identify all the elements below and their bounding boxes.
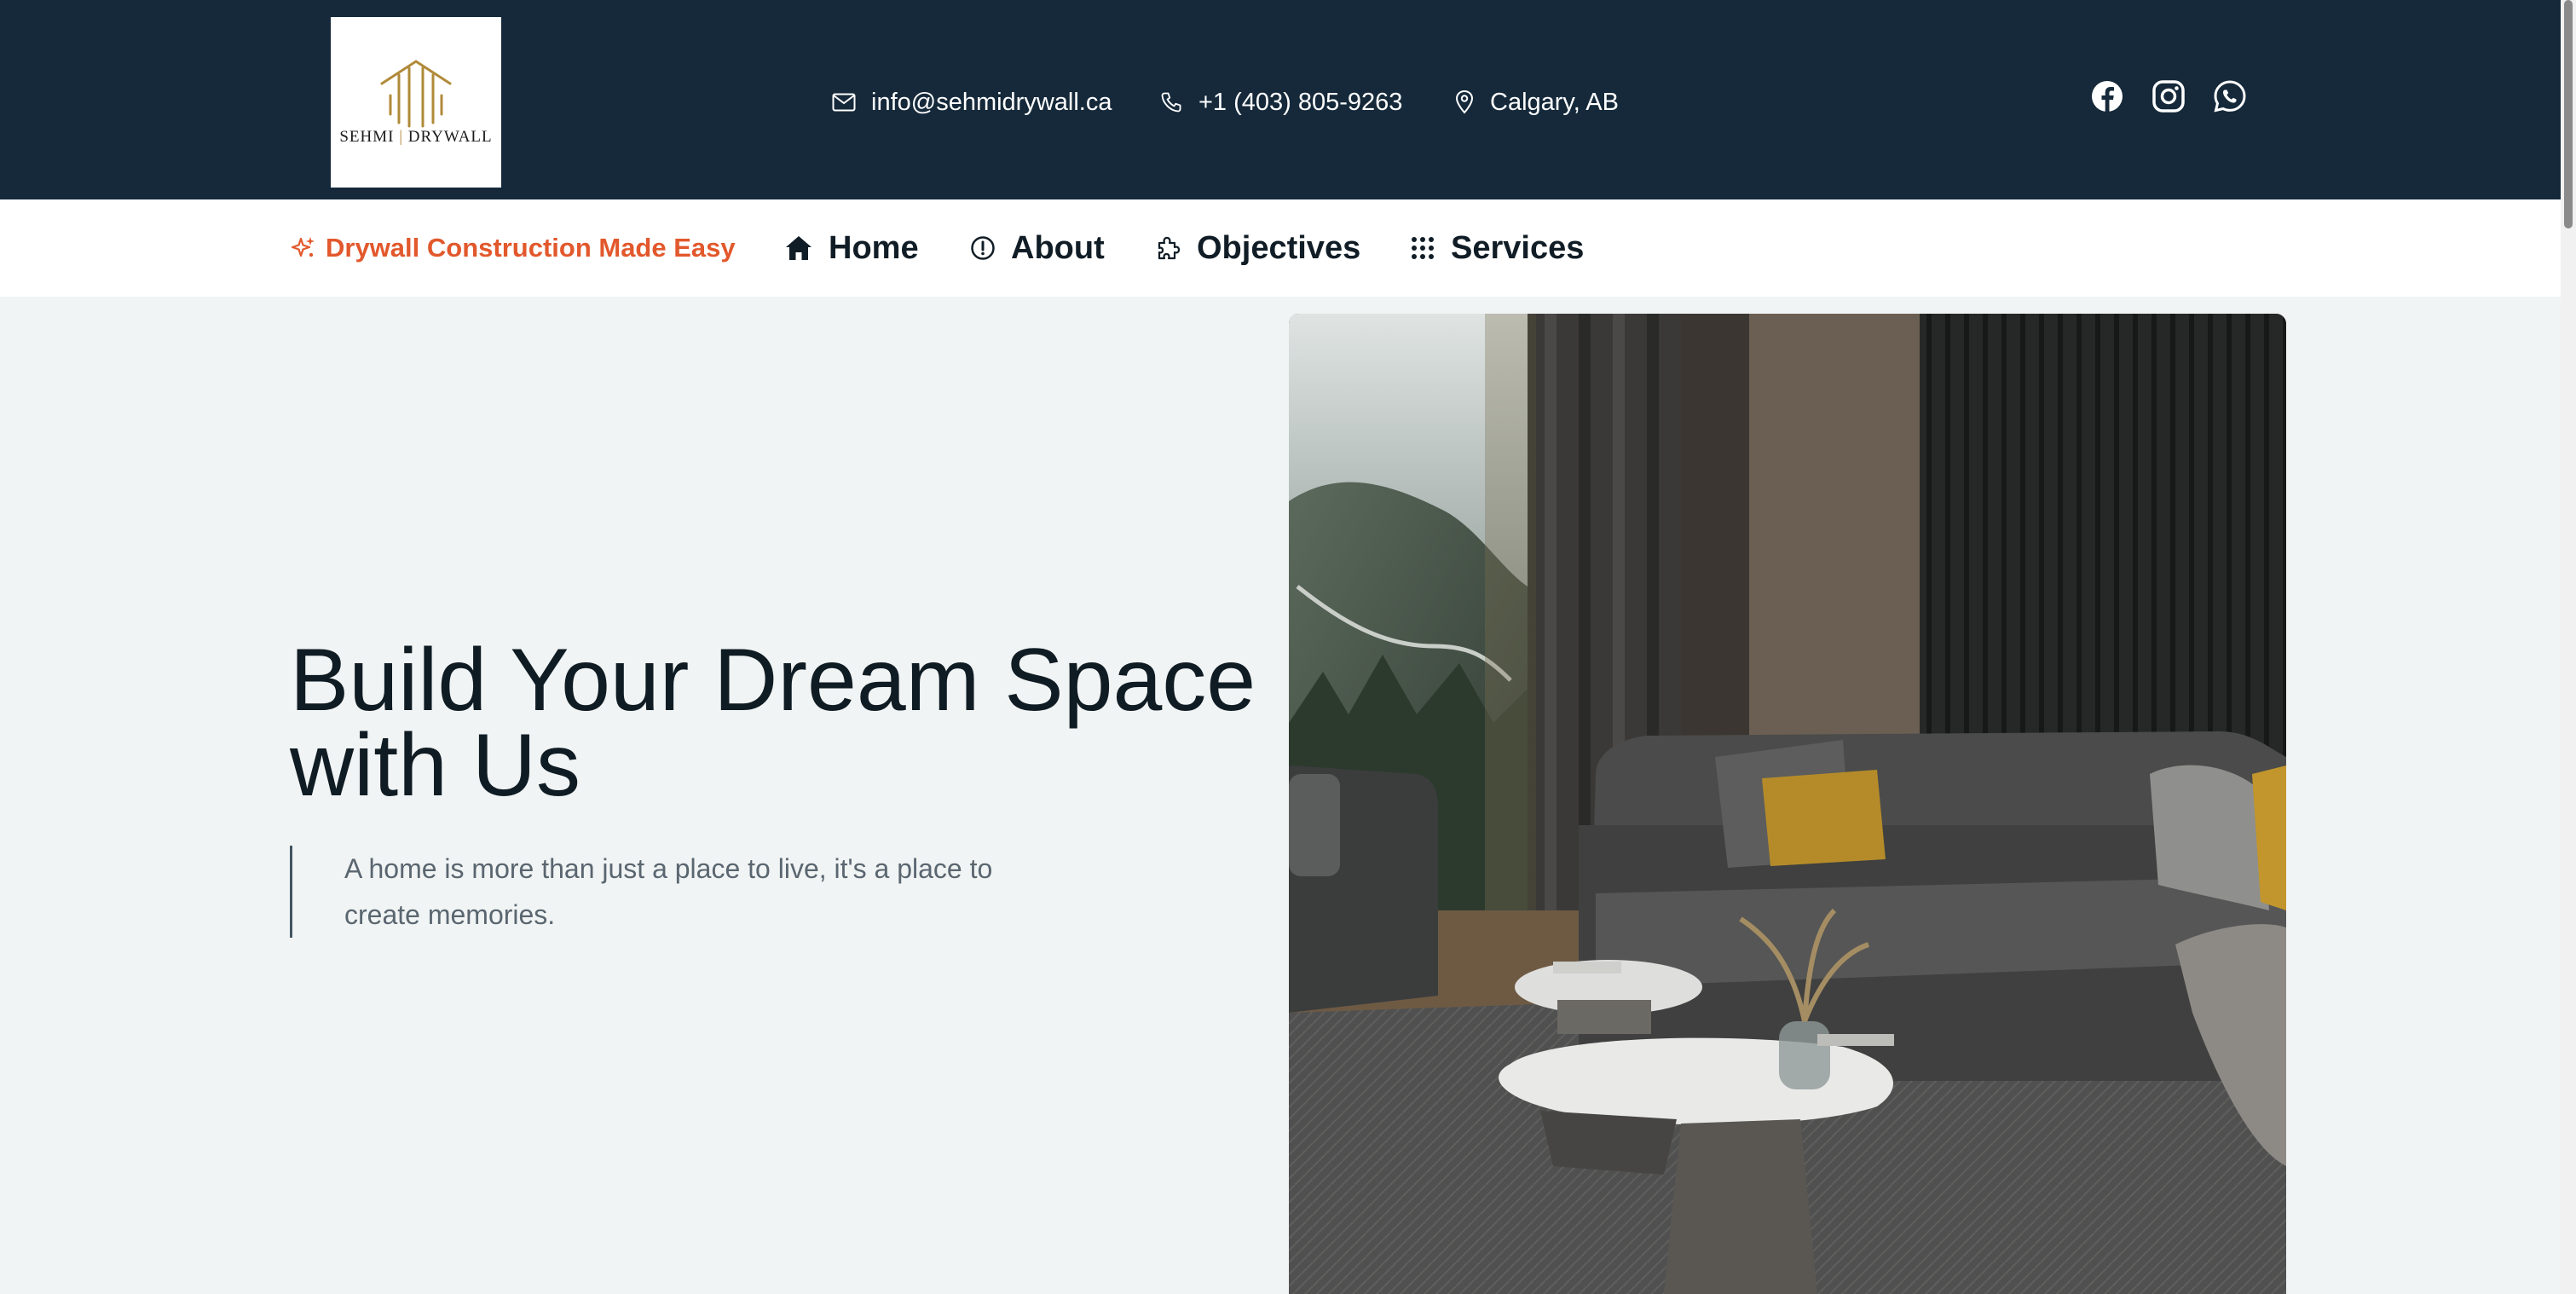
scrollbar[interactable] xyxy=(2561,0,2576,1294)
instagram-icon xyxy=(2152,80,2185,113)
nav-objectives-label: Objectives xyxy=(1197,229,1361,266)
facebook-link[interactable] xyxy=(2090,79,2124,113)
nav-about[interactable]: About xyxy=(970,199,1105,297)
nav-home-label: Home xyxy=(829,229,919,266)
sparkle-icon xyxy=(291,237,315,257)
scrollbar-thumb[interactable] xyxy=(2564,0,2573,228)
phone-icon xyxy=(1161,92,1181,113)
contact-location-text: Calgary, AB xyxy=(1490,88,1619,116)
nav-objectives[interactable]: Objectives xyxy=(1154,199,1360,297)
grid-dots-icon xyxy=(1412,237,1434,259)
nav-services[interactable]: Services xyxy=(1410,199,1584,297)
location-pin-icon xyxy=(1455,90,1474,114)
home-icon xyxy=(786,236,811,260)
contact-email[interactable]: info@sehmidrywall.ca xyxy=(832,82,1112,123)
nav-tagline: Drywall Construction Made Easy xyxy=(290,199,736,297)
company-logo[interactable]: SEHMI | DRYWALL xyxy=(331,17,501,188)
quote-bar xyxy=(290,846,292,938)
main-nav: Drywall Construction Made Easy Home Abou… xyxy=(0,199,2561,297)
info-circle-icon xyxy=(971,236,995,260)
logo-house-mark xyxy=(380,60,452,128)
puzzle-icon xyxy=(1158,236,1181,260)
contact-location: Calgary, AB xyxy=(1454,82,1619,123)
instagram-link[interactable] xyxy=(2151,79,2186,113)
hero-title-line-2: with Us xyxy=(290,716,580,815)
hero-subtitle: A home is more than just a place to live… xyxy=(344,853,993,930)
whatsapp-link[interactable] xyxy=(2213,79,2247,113)
logo-word-2: DRYWALL xyxy=(407,128,493,146)
facebook-icon xyxy=(2092,81,2123,112)
hero-image-living-room xyxy=(1289,314,2286,1294)
mail-icon xyxy=(832,93,856,112)
nav-home[interactable]: Home xyxy=(784,199,919,297)
top-bar: SEHMI | DRYWALL info@sehmidrywall.ca +1 … xyxy=(0,0,2561,199)
hero-title: Build Your Dream Space with Us xyxy=(290,636,1270,810)
contact-phone-text: +1 (403) 805-9263 xyxy=(1198,88,1403,116)
logo-wordmark: SEHMI | DRYWALL xyxy=(339,128,493,146)
hero-title-line-1: Build Your Dream Space xyxy=(290,631,1256,730)
contact-email-text: info@sehmidrywall.ca xyxy=(871,88,1112,116)
nav-tagline-text: Drywall Construction Made Easy xyxy=(326,233,736,263)
contact-phone[interactable]: +1 (403) 805-9263 xyxy=(1159,82,1402,123)
nav-services-label: Services xyxy=(1451,229,1585,266)
hero-section: Build Your Dream Space with Us A home is… xyxy=(0,297,2561,1294)
logo-word-1: SEHMI xyxy=(339,128,395,146)
nav-about-label: About xyxy=(1011,229,1105,266)
whatsapp-icon xyxy=(2214,80,2246,113)
